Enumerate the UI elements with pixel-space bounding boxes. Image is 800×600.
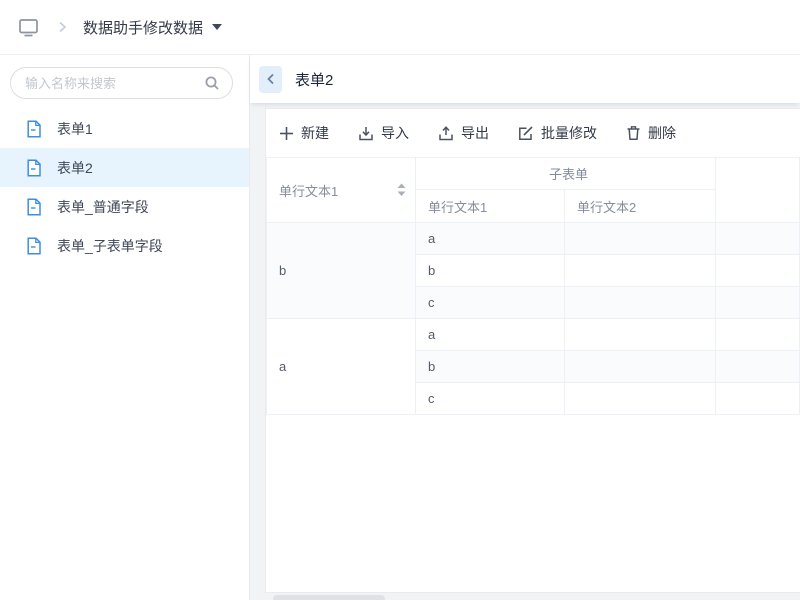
new-button[interactable]: 新建 [279,123,329,143]
table-row: b a [267,223,800,255]
document-icon [26,120,42,138]
app-title-dropdown[interactable]: 数据助手修改数据 [83,17,222,38]
sidebar-item-form-subform-fields[interactable]: 表单_子表单字段 [0,226,249,265]
app-title: 数据助手修改数据 [83,17,203,38]
sub-cell [565,319,716,351]
delete-button[interactable]: 删除 [626,123,676,143]
sub-cell [565,223,716,255]
sub-cell [565,287,716,319]
filler-cell [716,351,800,383]
sidebar-item-label: 表单_普通字段 [57,197,149,217]
sub-cell: b [416,255,565,287]
batch-edit-button[interactable]: 批量修改 [518,123,597,143]
records-table: 单行文本1 子表单 单行文本1 单行文本2 b a [266,157,800,415]
filler-cell [716,223,800,255]
back-button[interactable] [259,66,282,93]
sub-cell: c [416,287,565,319]
document-icon [26,237,42,255]
search-icon[interactable] [204,75,220,96]
sub-cell: a [416,223,565,255]
sidebar-item-form1[interactable]: 表单1 [0,109,249,148]
sub-cell: b [416,351,565,383]
chevron-left-icon [265,72,277,86]
sub-cell [565,383,716,415]
sub-cell [565,255,716,287]
sidebar-item-form2[interactable]: 表单2 [0,148,249,187]
table-row: a a [267,319,800,351]
import-button[interactable]: 导入 [358,123,409,143]
top-bar: 数据助手修改数据 [0,0,800,55]
monitor-icon[interactable] [18,18,39,37]
sub-cell: a [416,319,565,351]
search-input[interactable] [10,67,233,99]
column-group-header-subform: 子表单 [416,158,716,190]
sidebar-item-label: 表单_子表单字段 [57,236,163,256]
filler-cell [716,383,800,415]
main-cell: a [267,319,416,415]
search-box [10,67,233,99]
sub-cell: c [416,383,565,415]
plus-icon [279,126,294,141]
import-icon [358,126,374,141]
filler-cell [716,287,800,319]
sidebar-item-form-normal-fields[interactable]: 表单_普通字段 [0,187,249,226]
export-icon [438,126,454,141]
form-list: 表单1 表单2 表单_普通字段 [0,109,249,265]
column-header-sub2: 单行文本2 [565,190,716,223]
data-panel: 新建 导入 导出 批量修改 [265,108,800,593]
sort-icon[interactable] [397,183,406,197]
sidebar-item-label: 表单2 [57,158,93,178]
horizontal-scrollbar[interactable] [273,595,385,600]
view-header: 表单2 [250,55,800,103]
caret-down-icon [212,24,222,30]
toolbar: 新建 导入 导出 批量修改 [266,109,800,157]
document-icon [26,159,42,177]
export-button[interactable]: 导出 [438,123,489,143]
sidebar: 表单1 表单2 表单_普通字段 [0,55,250,600]
main-cell: b [267,223,416,319]
sub-cell [565,351,716,383]
filler-cell [716,255,800,287]
sidebar-item-label: 表单1 [57,119,93,139]
chevron-right-icon [55,20,69,34]
column-header-filler [716,158,800,223]
column-header-sub1: 单行文本1 [416,190,565,223]
edit-square-icon [518,126,534,141]
document-icon [26,198,42,216]
column-header-main[interactable]: 单行文本1 [267,158,416,223]
view-title: 表单2 [295,69,333,90]
filler-cell [716,319,800,351]
trash-icon [626,125,641,141]
